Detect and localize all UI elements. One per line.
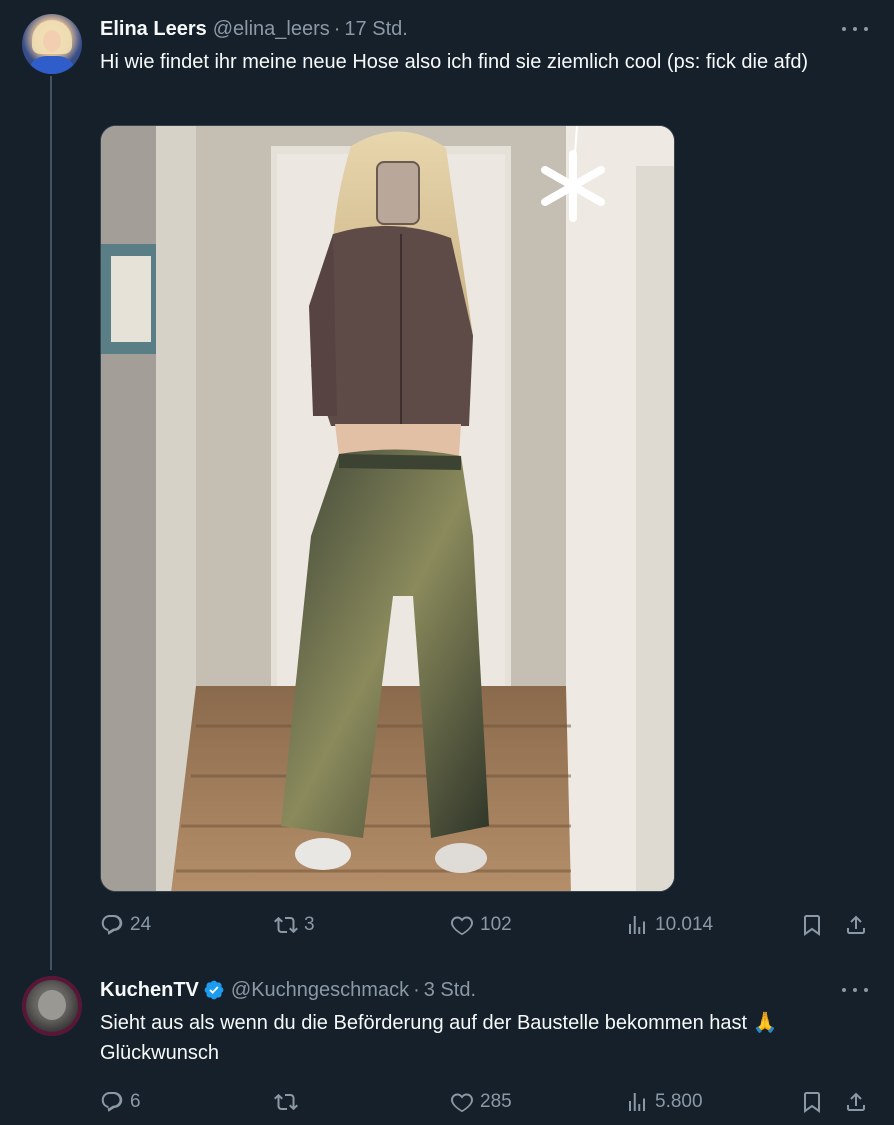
- view-count: 5.800: [655, 1091, 703, 1112]
- views-button[interactable]: 10.014: [625, 912, 713, 938]
- views-icon: [629, 916, 645, 934]
- bookmark-icon: [804, 915, 820, 936]
- view-count: 10.014: [655, 914, 714, 935]
- like-count: 285: [480, 1091, 512, 1112]
- tweet-header: KuchenTV @Kuchngeschmack · 3 Std.: [100, 976, 476, 1004]
- retweet-button[interactable]: 3: [274, 912, 315, 938]
- like-button[interactable]: 102: [450, 912, 512, 938]
- bookmark-button[interactable]: [800, 912, 824, 938]
- retweet-count: 3: [304, 914, 315, 935]
- mirror-selfie-photo: [101, 126, 674, 891]
- bookmark-button[interactable]: [800, 1089, 824, 1115]
- author-name[interactable]: KuchenTV: [100, 979, 199, 1002]
- reply-icon: [101, 1092, 123, 1112]
- share-icon: [847, 915, 865, 934]
- tweet-text: Sieht aus als wenn du die Beförderung au…: [100, 1012, 778, 1064]
- retweet-icon: [274, 916, 298, 934]
- like-button[interactable]: 285: [450, 1089, 512, 1115]
- more-icon[interactable]: [842, 980, 868, 1000]
- tweet-actions: 6 285 5.800: [100, 1089, 880, 1115]
- like-icon: [451, 1093, 473, 1113]
- timestamp[interactable]: 17 Std.: [344, 18, 407, 41]
- author-handle[interactable]: @elina_leers: [213, 18, 330, 41]
- like-count: 102: [480, 914, 512, 935]
- views-button[interactable]: 5.800: [625, 1089, 703, 1115]
- reply-icon: [101, 915, 123, 935]
- avatar[interactable]: [22, 14, 82, 74]
- timestamp[interactable]: 3 Std.: [424, 979, 476, 1002]
- share-button[interactable]: [844, 912, 868, 938]
- tweet-actions: 24 3 102 10.014: [100, 912, 880, 938]
- tweet-text: Hi wie findet ihr meine neue Hose also i…: [100, 51, 809, 73]
- retweet-button[interactable]: [274, 1089, 304, 1115]
- like-icon: [451, 916, 473, 936]
- tweet-photo[interactable]: [100, 125, 675, 892]
- author-handle[interactable]: @Kuchngeschmack: [231, 979, 409, 1002]
- reply-button[interactable]: 24: [100, 912, 151, 938]
- more-icon[interactable]: [842, 19, 868, 39]
- share-icon: [847, 1092, 865, 1111]
- thread-connector-line: [50, 76, 52, 970]
- verified-icon: [204, 980, 224, 1000]
- separator-dot: ·: [333, 17, 341, 40]
- views-icon: [629, 1093, 645, 1111]
- reply-count: 6: [130, 1091, 141, 1112]
- reply-button[interactable]: 6: [100, 1089, 141, 1115]
- bookmark-icon: [804, 1092, 820, 1113]
- share-button[interactable]: [844, 1089, 868, 1115]
- reply-count: 24: [130, 914, 152, 935]
- author-name[interactable]: Elina Leers: [100, 18, 207, 41]
- separator-dot: ·: [413, 978, 420, 1001]
- avatar[interactable]: [22, 976, 82, 1036]
- retweet-icon: [274, 1093, 298, 1111]
- tweet-header: Elina Leers @elina_leers · 17 Std.: [100, 15, 408, 43]
